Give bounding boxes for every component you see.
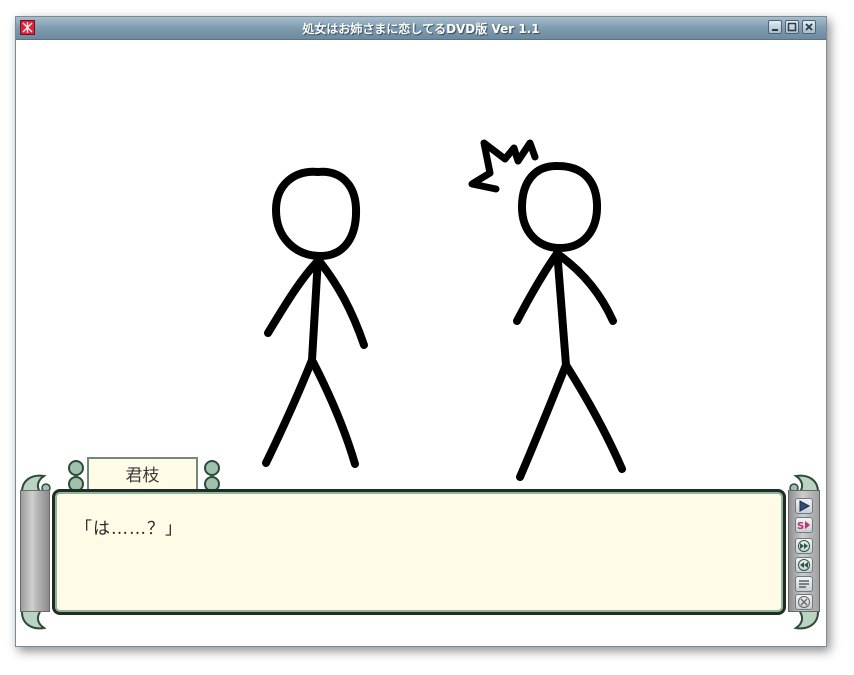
maximize-icon	[787, 22, 797, 32]
fast-forward-button[interactable]	[795, 538, 813, 554]
speaker-name: 君枝	[125, 466, 160, 486]
left-pillar-decoration	[20, 490, 50, 612]
maximize-button[interactable]	[785, 20, 799, 34]
x-icon	[798, 596, 810, 608]
log-button[interactable]	[795, 576, 813, 592]
close-message-button[interactable]	[795, 594, 813, 610]
log-icon	[799, 580, 809, 588]
speaker-name-tab: 君枝	[87, 457, 198, 493]
play-icon	[799, 500, 811, 512]
svg-text:S: S	[797, 521, 804, 531]
close-icon	[805, 23, 813, 31]
rewind-button[interactable]	[795, 557, 813, 573]
rewind-icon	[798, 559, 810, 571]
message-window[interactable]: 「は……？」	[52, 489, 786, 615]
play-button[interactable]	[795, 498, 813, 514]
window-title: 処女はお姉さまに恋してるDVD版 Ver 1.1	[302, 22, 540, 36]
title-bar[interactable]: 処女はお姉さまに恋してるDVD版 Ver 1.1	[16, 17, 826, 40]
close-button[interactable]	[802, 20, 816, 34]
ornament-bottom-left	[21, 611, 47, 630]
minimize-button[interactable]	[768, 20, 782, 34]
fast-forward-icon	[798, 540, 810, 552]
skip-icon: S	[797, 521, 810, 531]
skip-button[interactable]: S	[795, 517, 813, 533]
minimize-icon	[772, 29, 778, 31]
ornament-bottom-right	[793, 611, 819, 630]
message-text: 「は……？」	[75, 519, 183, 539]
